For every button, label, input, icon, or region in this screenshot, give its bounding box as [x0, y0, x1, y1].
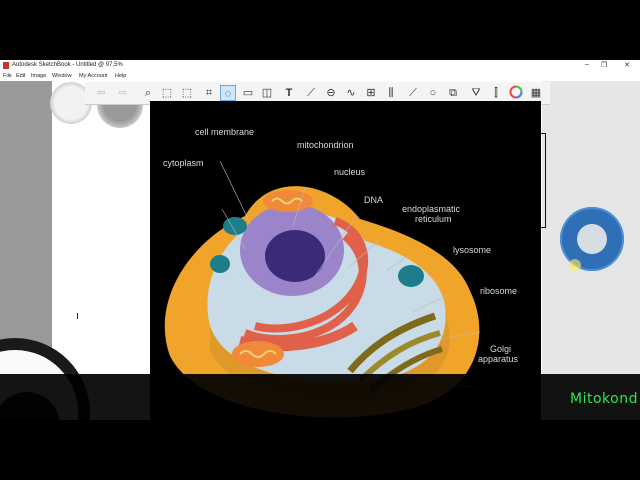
subtitle-text: Mitokond	[570, 391, 638, 407]
shape-icon[interactable]: ⧉	[445, 85, 461, 101]
lysosome-right	[398, 265, 424, 287]
canvas-edge-bracket	[540, 133, 546, 228]
canvas-mark	[77, 313, 78, 319]
mitochondrion-lower	[232, 341, 284, 367]
label-apparatus: apparatus	[478, 354, 519, 364]
sketchbook-window: Autodesk SketchBook - Untitled @ 97,5% –…	[0, 60, 640, 420]
redo-icon[interactable]: ⇨	[115, 85, 131, 101]
menu-window[interactable]: Window	[52, 73, 72, 79]
label-lysosome: lysosome	[453, 245, 492, 255]
mitochondrion-upper	[263, 190, 313, 212]
menu-help[interactable]: Help	[115, 73, 126, 79]
menu-edit[interactable]: Edit	[16, 73, 25, 79]
label-nucleus: nucleus	[334, 167, 366, 177]
subtitle-bar: Mitokond	[0, 374, 640, 420]
ellipse-guide-icon[interactable]: ⊖	[323, 85, 339, 101]
label-ribosome: ribosome	[480, 286, 518, 296]
label-endoplasmatic: endoplasmatic	[402, 204, 461, 214]
ruler-icon[interactable]: ⟋	[303, 85, 319, 101]
nav-puck-center[interactable]	[577, 224, 607, 254]
distort-icon[interactable]: ◫	[259, 85, 275, 101]
undo-icon[interactable]: ⇦	[93, 85, 109, 101]
curve-icon[interactable]: ○	[425, 85, 441, 101]
window-title: Autodesk SketchBook - Untitled @ 97,5%	[12, 62, 123, 68]
title-bar: Autodesk SketchBook - Untitled @ 97,5% –…	[0, 60, 640, 72]
crop-icon[interactable]: ⌗	[201, 85, 217, 101]
lysosome-left-bottom	[210, 255, 230, 273]
menu-bar: File Edit Image Window My Account Help	[0, 72, 640, 81]
app-icon	[3, 62, 9, 69]
menu-image[interactable]: Image	[31, 73, 46, 79]
mouse-cursor-highlight	[569, 259, 581, 271]
line-icon[interactable]: ⟋	[405, 85, 421, 101]
label-cytoplasm: cytoplasm	[163, 158, 204, 168]
label-mitochondrion: mitochondrion	[297, 140, 354, 150]
fill-icon[interactable]: ⛛	[468, 85, 484, 101]
minimize-button[interactable]: –	[580, 61, 594, 68]
transform-icon[interactable]: ⬚	[179, 85, 195, 101]
perspective-grid-icon[interactable]: ⊞	[363, 85, 379, 101]
cell-diagram: cell membrane mitochondrion cytoplasm nu…	[150, 101, 541, 420]
brush-icon[interactable]: ⫿	[488, 85, 504, 101]
french-curve-icon[interactable]: ∿	[343, 85, 359, 101]
zoom-icon[interactable]: ⌕	[140, 85, 156, 101]
label-reticulum: reticulum	[415, 214, 452, 224]
layers-icon[interactable]: ▦	[528, 85, 544, 101]
color-wheel-icon[interactable]	[508, 85, 524, 101]
symmetry-icon[interactable]: ⫼	[383, 85, 399, 101]
maximize-button[interactable]: ❐	[597, 61, 611, 69]
label-dna: DNA	[364, 195, 384, 205]
menu-file[interactable]: File	[3, 73, 12, 79]
label-cell-membrane: cell membrane	[195, 127, 255, 137]
label-golgi: Golgi	[490, 344, 512, 354]
close-button[interactable]: ✕	[620, 61, 634, 69]
text-icon[interactable]: T	[281, 85, 297, 101]
menu-my-account[interactable]: My Account	[79, 73, 107, 79]
lasso-select-icon[interactable]: ◌	[220, 85, 236, 101]
perspective-icon[interactable]: ▭	[240, 85, 256, 101]
lysosome-left-top	[223, 217, 247, 235]
select-rect-icon[interactable]: ⬚	[159, 85, 175, 101]
